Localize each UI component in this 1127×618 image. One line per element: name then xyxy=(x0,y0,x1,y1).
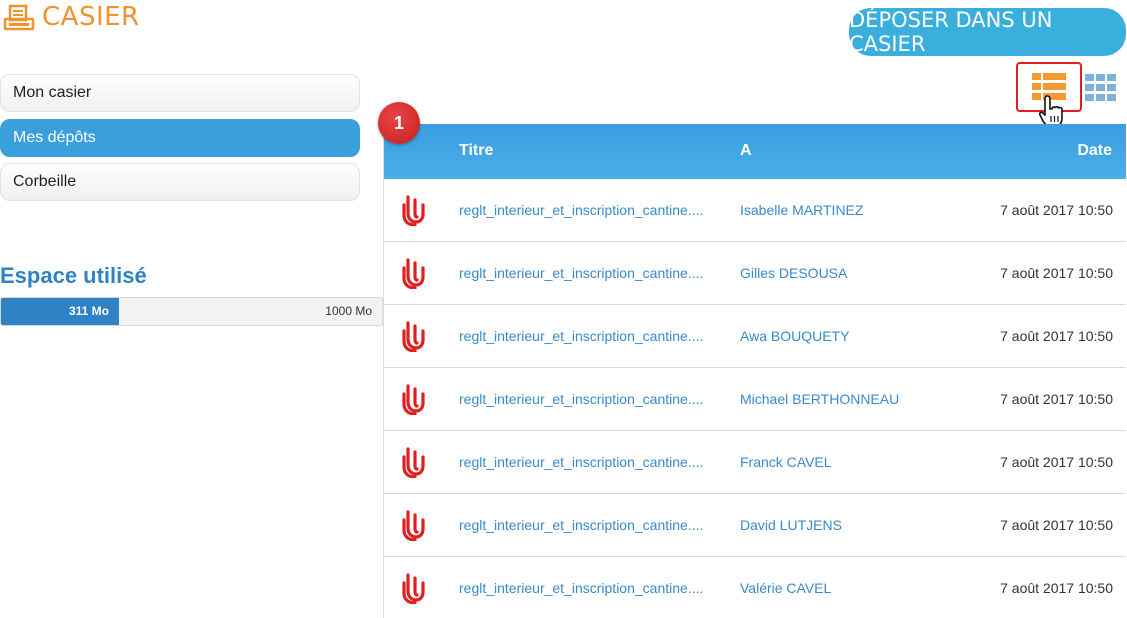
grid-view-icon[interactable] xyxy=(1084,73,1118,103)
deposit-date: 7 août 2017 10:50 xyxy=(1000,517,1113,533)
sidebar-item-corbeille[interactable]: Corbeille xyxy=(0,163,360,201)
file-title-link[interactable]: reglt_interieur_et_inscription_cantine..… xyxy=(459,431,703,494)
deposit-date: 7 août 2017 10:50 xyxy=(1000,202,1113,218)
column-header-title[interactable]: Titre xyxy=(459,124,493,177)
table-row[interactable]: reglt_interieur_et_inscription_cantine..… xyxy=(384,431,1126,494)
recipient-name: Isabelle MARTINEZ xyxy=(740,202,864,218)
pdf-file-icon xyxy=(402,447,425,478)
table-row[interactable]: reglt_interieur_et_inscription_cantine..… xyxy=(384,305,1126,368)
recipient-name: David LUTJENS xyxy=(740,517,842,533)
file-title-link[interactable]: reglt_interieur_et_inscription_cantine..… xyxy=(459,368,703,431)
table-row[interactable]: reglt_interieur_et_inscription_cantine..… xyxy=(384,368,1126,431)
deposit-date: 7 août 2017 10:50 xyxy=(1000,454,1113,470)
deposit-date: 7 août 2017 10:50 xyxy=(1000,580,1113,596)
recipient-name: Awa BOUQUETY xyxy=(740,328,850,344)
file-title-link[interactable]: reglt_interieur_et_inscription_cantine..… xyxy=(459,305,703,368)
table-row[interactable]: reglt_interieur_et_inscription_cantine..… xyxy=(384,242,1126,305)
sidebar-item-label: Corbeille xyxy=(13,173,77,190)
file-title-link[interactable]: reglt_interieur_et_inscription_cantine..… xyxy=(459,179,703,242)
pdf-file-icon xyxy=(402,573,425,604)
recipient-name: Valérie CAVEL xyxy=(740,580,832,596)
storage-usage-bar: 311 Mo 1000 Mo xyxy=(0,297,383,326)
storage-used-label: 311 Mo xyxy=(68,304,109,318)
deposit-date: 7 août 2017 10:50 xyxy=(1000,328,1113,344)
usage-title: Espace utilisé xyxy=(0,263,147,288)
recipient-name: Michael BERTHONNEAU xyxy=(740,391,900,407)
file-title-link[interactable]: reglt_interieur_et_inscription_cantine..… xyxy=(459,557,703,618)
recipient-name: Gilles DESOUSA xyxy=(740,265,848,281)
pdf-file-icon xyxy=(402,321,425,352)
table-row[interactable]: reglt_interieur_et_inscription_cantine..… xyxy=(384,494,1126,557)
table-row[interactable]: reglt_interieur_et_inscription_cantine..… xyxy=(384,179,1126,242)
deposit-button[interactable]: DÉPOSER DANS UN CASIER xyxy=(849,8,1126,56)
deposits-table: Titre A Date reglt_interieur_et_inscript… xyxy=(383,124,1126,618)
recipient-name: Franck CAVEL xyxy=(740,454,832,470)
column-header-to[interactable]: A xyxy=(740,124,752,177)
table-header: Titre A Date xyxy=(384,124,1126,179)
sidebar-item-mon-casier[interactable]: Mon casier xyxy=(0,74,360,112)
sidebar-item-label: Mon casier xyxy=(13,84,92,101)
file-title-link[interactable]: reglt_interieur_et_inscription_cantine..… xyxy=(459,494,703,557)
app-title: CASIER xyxy=(2,0,140,34)
deposit-date: 7 août 2017 10:50 xyxy=(1000,391,1113,407)
sidebar-item-mes-depots[interactable]: Mes dépôts xyxy=(0,119,360,157)
file-title-link[interactable]: reglt_interieur_et_inscription_cantine..… xyxy=(459,242,703,305)
printer-tray-icon xyxy=(3,4,35,31)
page-title: CASIER xyxy=(42,2,140,32)
pdf-file-icon xyxy=(402,384,425,415)
table-row[interactable]: reglt_interieur_et_inscription_cantine..… xyxy=(384,557,1126,618)
pdf-file-icon xyxy=(402,510,425,541)
storage-total-label: 1000 Mo xyxy=(325,304,372,318)
column-header-date[interactable]: Date xyxy=(1077,124,1112,177)
pdf-file-icon xyxy=(402,195,425,226)
sidebar-item-label: Mes dépôts xyxy=(13,129,96,146)
step-badge: 1 xyxy=(378,102,420,144)
deposit-date: 7 août 2017 10:50 xyxy=(1000,265,1113,281)
pdf-file-icon xyxy=(402,258,425,289)
